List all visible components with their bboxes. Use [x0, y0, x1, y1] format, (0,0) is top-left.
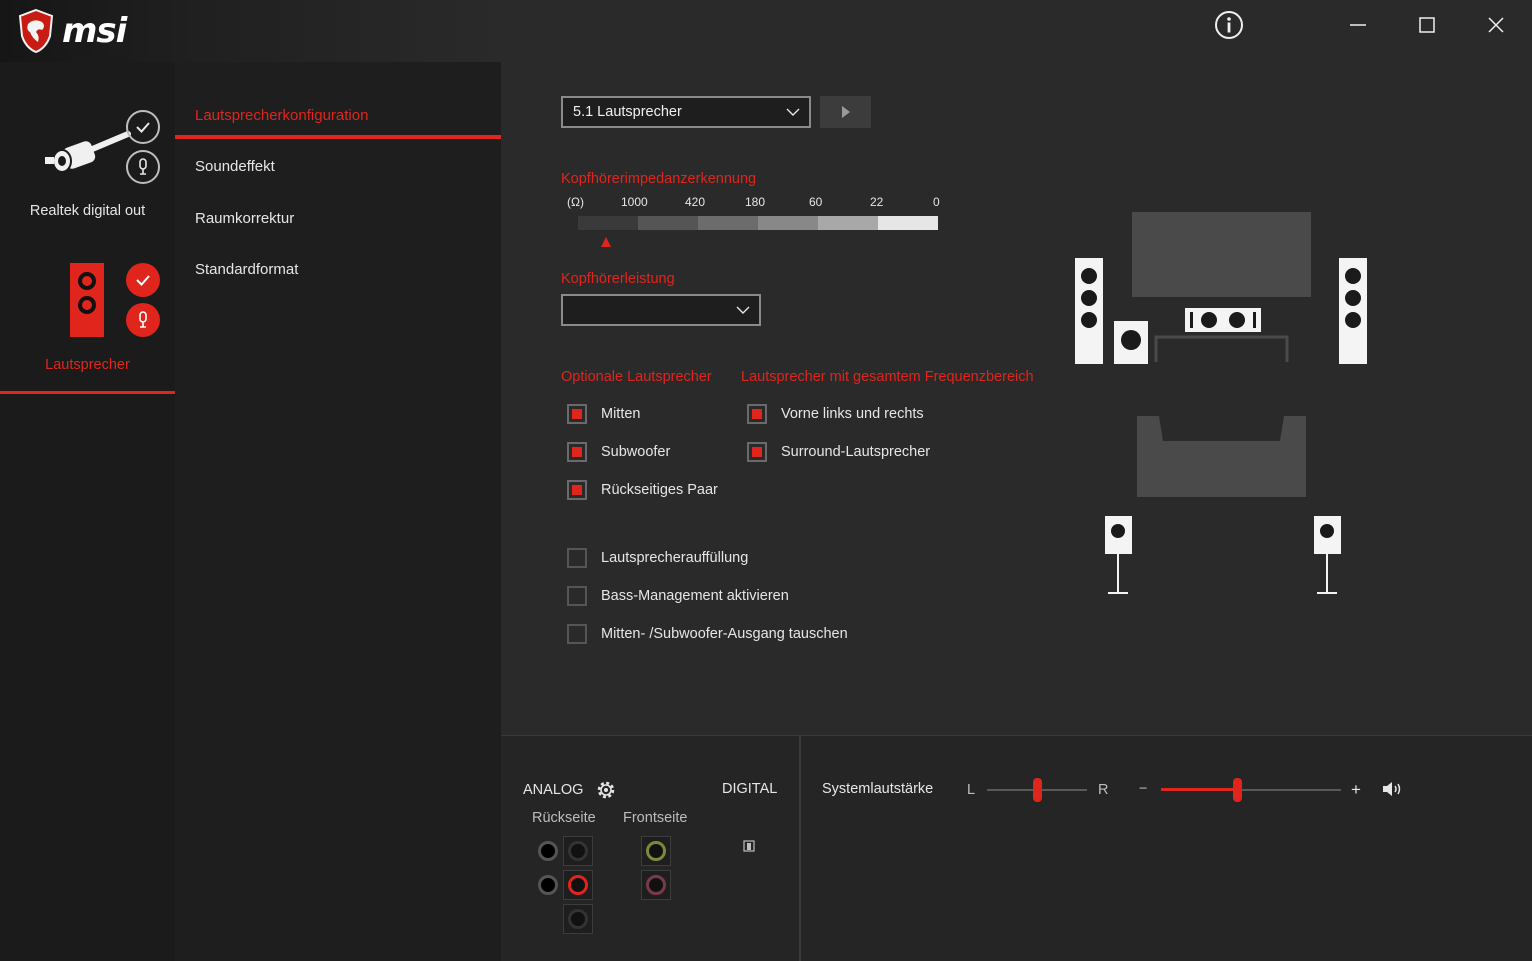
checkbox-label: Surround-Lautsprecher — [781, 444, 931, 460]
center-speaker-icon — [1185, 308, 1261, 332]
checkbox-box[interactable] — [567, 442, 587, 462]
front-panel-label: Frontseite — [623, 810, 688, 826]
dragon-shield-icon — [18, 8, 54, 54]
rear-right-speaker-icon — [1314, 516, 1341, 594]
tv-screen-icon — [1132, 212, 1311, 297]
active-device-indicator — [0, 391, 175, 394]
checkbox-box[interactable] — [567, 404, 587, 424]
optional-speakers-title: Optionale Lautsprecher — [561, 369, 712, 385]
front-right-speaker-icon — [1339, 258, 1367, 364]
rear-jack-red[interactable] — [563, 870, 593, 900]
microphone-icon — [126, 150, 160, 184]
checkbox-label: Bass-Management aktivieren — [601, 588, 789, 604]
volume-slider-thumb[interactable] — [1232, 778, 1242, 802]
headphone-power-select[interactable] — [561, 294, 761, 326]
rear-jack-black[interactable] — [533, 870, 563, 900]
chevron-down-icon — [786, 108, 800, 116]
impedance-scale-bar — [578, 216, 938, 230]
digital-label: DIGITAL — [722, 781, 778, 797]
impedance-tick: 1000 — [621, 195, 648, 209]
nav-item-raumkorrektur[interactable]: Raumkorrektur — [195, 210, 294, 227]
chevron-down-icon — [736, 306, 750, 314]
nav-column: Lautsprecherkonfiguration Soundeffekt Ra… — [175, 62, 501, 961]
impedance-tick: 180 — [745, 195, 766, 209]
microphone-icon — [126, 303, 160, 337]
checkbox-box[interactable] — [567, 586, 587, 606]
rear-jack-grey[interactable] — [563, 836, 593, 866]
nav-item-soundeffekt[interactable]: Soundeffekt — [195, 158, 275, 175]
nav-item-standardformat[interactable]: Standardformat — [195, 261, 298, 278]
checkbox-subwoofer[interactable]: Subwoofer — [567, 442, 670, 462]
balance-right-label: R — [1098, 782, 1109, 798]
rear-panel-label: Rückseite — [532, 810, 596, 826]
impedance-title: Kopfhörerimpedanzerkennung — [561, 171, 757, 187]
headphone-power-title: Kopfhörerleistung — [561, 271, 675, 287]
rear-left-speaker-icon — [1105, 516, 1132, 594]
balance-left-label: L — [967, 782, 976, 798]
rear-jack-black[interactable] — [533, 836, 563, 866]
front-jack-pink[interactable] — [641, 870, 671, 900]
speaker-layout-diagram — [1075, 212, 1367, 594]
play-test-button[interactable] — [820, 96, 871, 128]
speaker-volume-icon[interactable] — [1381, 780, 1405, 798]
check-icon — [126, 110, 160, 144]
subwoofer-icon — [1114, 321, 1148, 364]
select-value: 5.1 Lautsprecher — [573, 104, 682, 120]
nav-item-lautsprecherkonfiguration[interactable]: Lautsprecherkonfiguration — [195, 107, 368, 124]
divider — [799, 736, 801, 961]
impedance-tick: 0 — [933, 195, 940, 209]
checkbox-box[interactable] — [567, 624, 587, 644]
checkbox-bass-management[interactable]: Bass-Management aktivieren — [567, 586, 789, 606]
device-label: Lautsprecher — [45, 357, 130, 373]
impedance-unit: (Ω) — [567, 195, 584, 209]
check-icon — [126, 263, 160, 297]
checkbox-speaker-fill[interactable]: Lautsprecherauffüllung — [567, 548, 748, 568]
checkbox-label: Lautsprecherauffüllung — [601, 550, 749, 566]
impedance-tick: 22 — [870, 195, 884, 209]
speaker-icon — [70, 263, 104, 337]
checkbox-label: Vorne links und rechts — [781, 406, 924, 422]
digital-port-icon — [743, 840, 755, 852]
checkbox-label: Rückseitiges Paar — [601, 482, 718, 498]
volume-minus-button[interactable]: − — [1139, 781, 1147, 797]
msi-logo: msi — [16, 8, 127, 54]
checkbox-label: Mitten- /Subwoofer-Ausgang tauschen — [601, 626, 848, 642]
checkbox-swap-center-sub[interactable]: Mitten- /Subwoofer-Ausgang tauschen — [567, 624, 848, 644]
front-jack-green[interactable] — [641, 836, 671, 866]
impedance-marker-icon — [601, 237, 611, 247]
tv-stand-icon — [1154, 335, 1289, 362]
gear-icon[interactable] — [595, 779, 617, 801]
volume-slider-fill — [1161, 788, 1237, 791]
checkbox-label: Subwoofer — [601, 444, 671, 460]
impedance-tick: 60 — [809, 195, 823, 209]
balance-slider-thumb[interactable] — [1033, 778, 1042, 802]
couch-icon — [1137, 416, 1306, 497]
fullrange-speakers-title: Lautsprecher mit gesamtem Frequenzbereic… — [741, 369, 1034, 385]
rear-jack-grey[interactable] — [563, 904, 593, 934]
checkbox-box[interactable] — [747, 442, 767, 462]
checkbox-surround[interactable]: Surround-Lautsprecher — [747, 442, 930, 462]
analog-label: ANALOG — [523, 782, 584, 798]
impedance-tick: 420 — [685, 195, 706, 209]
bottom-panel: ANALOG DIGITAL Rückseite Frontseite Syst… — [501, 735, 1532, 961]
checkbox-box[interactable] — [567, 480, 587, 500]
checkbox-mitten[interactable]: Mitten — [567, 404, 641, 424]
play-icon — [841, 106, 850, 118]
checkbox-label: Mitten — [601, 406, 641, 422]
checkbox-rear-pair[interactable]: Rückseitiges Paar — [567, 480, 718, 500]
brand-name: msi — [62, 11, 127, 51]
checkbox-box[interactable] — [747, 404, 767, 424]
optical-cable-icon — [45, 131, 131, 173]
system-volume-label: Systemlautstärke — [822, 781, 934, 797]
checkbox-box[interactable] — [567, 548, 587, 568]
main-panel: 5.1 Lautsprecher Kopfhörerimpedanzerkenn… — [501, 0, 1532, 735]
volume-plus-button[interactable]: + — [1351, 780, 1361, 800]
speaker-config-select[interactable]: 5.1 Lautsprecher — [561, 96, 811, 128]
front-left-speaker-icon — [1075, 258, 1103, 364]
checkbox-front-lr[interactable]: Vorne links und rechts — [747, 404, 924, 424]
nav-active-indicator — [175, 135, 501, 139]
device-label: Realtek digital out — [29, 203, 146, 219]
